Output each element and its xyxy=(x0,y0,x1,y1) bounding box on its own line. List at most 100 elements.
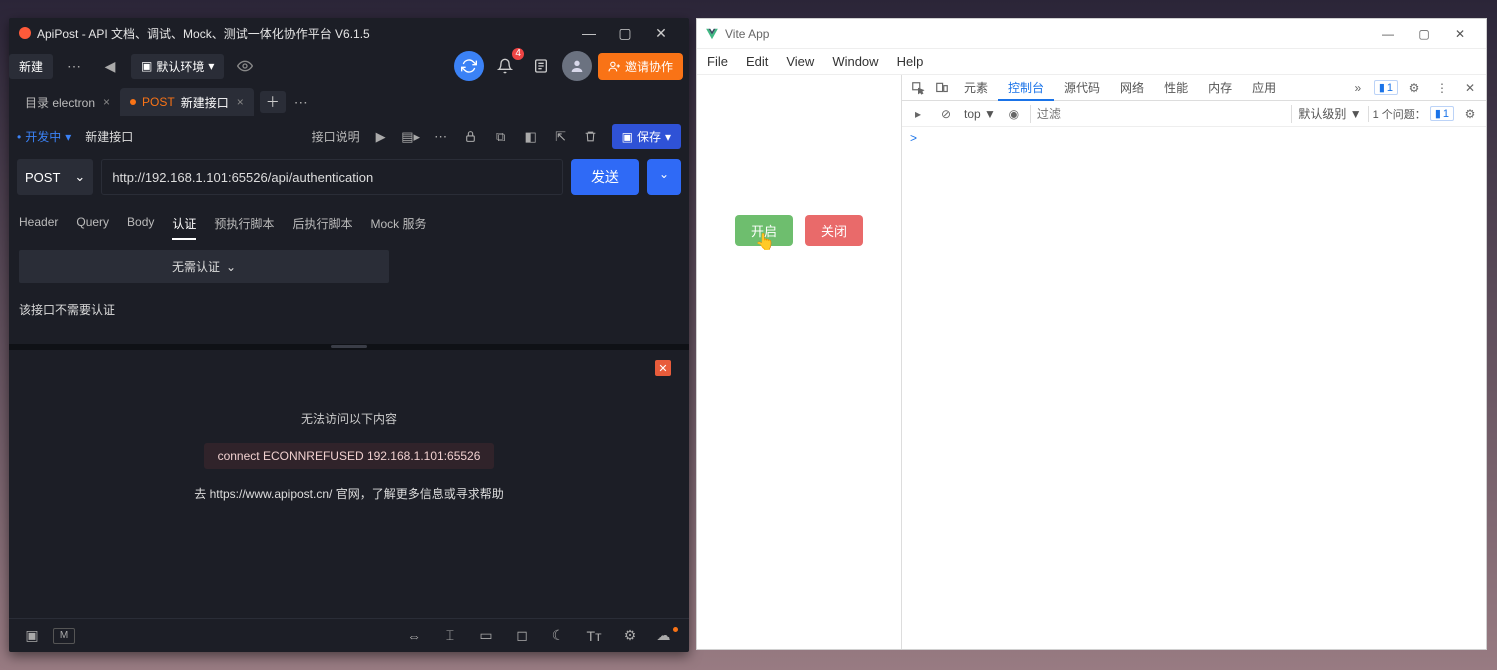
gear-icon[interactable]: ⚙ xyxy=(1402,76,1426,100)
close-icon[interactable]: ✕ xyxy=(655,360,671,376)
queue-icon[interactable]: ▤▸ xyxy=(398,125,424,149)
app-logo-icon xyxy=(19,27,31,39)
text-icon[interactable]: Tᴛ xyxy=(579,624,609,648)
kebab-icon[interactable]: ⋮ xyxy=(1430,76,1454,100)
devtab-elements[interactable]: 元素 xyxy=(954,75,998,101)
env-selector[interactable]: ▣ 默认环境 ▾ xyxy=(131,54,224,79)
auth-type-select[interactable]: 无需认证 ⌄ xyxy=(19,250,389,283)
export-icon[interactable]: ⇱ xyxy=(548,125,574,149)
tab-label: 目录 electron xyxy=(25,94,95,111)
menu-help[interactable]: Help xyxy=(897,54,924,69)
devtab-network[interactable]: 网络 xyxy=(1110,75,1154,101)
file-tab[interactable]: 目录 electron × xyxy=(15,88,120,116)
context-select[interactable]: top ▼ xyxy=(962,107,998,121)
lock-icon[interactable] xyxy=(458,125,484,149)
file-tab[interactable]: POST 新建接口 × xyxy=(120,88,254,116)
open-button[interactable]: 开启 xyxy=(735,215,793,246)
request-desc-label[interactable]: 接口说明 xyxy=(312,128,360,145)
editor-tabs: 目录 electron × POST 新建接口 × ＋ ⋯ xyxy=(9,84,689,120)
toggle-drawer-icon[interactable]: ▸ xyxy=(906,102,930,126)
play-icon[interactable]: ▶ xyxy=(368,125,394,149)
more-icon[interactable]: ⋯ xyxy=(428,125,454,149)
window-minimize-icon[interactable]: — xyxy=(1370,27,1406,41)
apipost-window: ApiPost - API 文档、调试、Mock、测试一体化协作平台 V6.1.… xyxy=(9,18,689,652)
moon-icon[interactable]: ☾ xyxy=(543,624,573,648)
devtab-sources[interactable]: 源代码 xyxy=(1054,75,1110,101)
close-icon[interactable]: × xyxy=(103,95,110,109)
invite-button[interactable]: 邀请协作 xyxy=(598,53,683,80)
subtab-body[interactable]: Body xyxy=(127,209,154,240)
cloud-icon[interactable]: ☁ xyxy=(651,624,681,648)
devtools-panel: 元素 控制台 源代码 网络 性能 内存 应用 » ▮ 1 ⚙ ⋮ ✕ ▸ ⊘ t… xyxy=(901,75,1486,649)
inspect-icon[interactable] xyxy=(906,76,930,100)
layout-icon[interactable]: ▭ xyxy=(471,624,501,648)
back-icon[interactable]: ◀ xyxy=(95,52,125,80)
url-row: POST⌄ 发送 ⌄ xyxy=(9,153,689,205)
menu-file[interactable]: File xyxy=(707,54,728,69)
close-icon[interactable]: ✕ xyxy=(1458,76,1482,100)
sync-icon[interactable] xyxy=(454,51,484,81)
panel-icon[interactable]: ▣ xyxy=(17,624,47,648)
subtab-postscript[interactable]: 后执行脚本 xyxy=(292,209,352,240)
subtab-mock[interactable]: Mock 服务 xyxy=(370,209,426,240)
messages-chip[interactable]: ▮ 1 xyxy=(1374,80,1398,95)
bell-icon[interactable] xyxy=(490,52,520,80)
more-icon[interactable]: ⋯ xyxy=(59,52,89,80)
collapse-icon[interactable]: ⇔ xyxy=(399,624,429,648)
send-button[interactable]: 发送 xyxy=(571,159,639,195)
subtab-auth[interactable]: 认证 xyxy=(172,209,196,240)
bottom-bar: ▣ M ⇔ ⌶ ▭ ◻ ☾ Tᴛ ⚙ ☁ xyxy=(9,618,689,652)
gear-icon[interactable]: ⚙ xyxy=(1458,102,1482,126)
menu-window[interactable]: Window xyxy=(832,54,878,69)
window-maximize-icon[interactable]: ▢ xyxy=(1406,27,1442,41)
new-button[interactable]: 新建 xyxy=(9,54,53,79)
window-close-icon[interactable]: ✕ xyxy=(1442,27,1478,41)
error-message: connect ECONNREFUSED 192.168.1.101:65526 xyxy=(204,443,495,469)
tab-more-icon[interactable]: ⋯ xyxy=(286,88,316,116)
more-tabs-icon[interactable]: » xyxy=(1346,76,1370,100)
request-name-input[interactable]: 新建接口 xyxy=(79,126,139,147)
close-button[interactable]: 关闭 xyxy=(805,215,863,246)
avatar[interactable] xyxy=(562,51,592,81)
window-close-icon[interactable]: ✕ xyxy=(643,25,679,42)
window-minimize-icon[interactable]: — xyxy=(571,25,607,41)
app-body: 开启 关闭 元素 控制台 源代码 网络 性能 内存 应用 » ▮ xyxy=(697,75,1486,649)
gear-icon[interactable]: ⚙ xyxy=(615,624,645,648)
clear-icon[interactable]: ⊘ xyxy=(934,102,958,126)
trash-icon[interactable] xyxy=(578,125,604,149)
note-icon[interactable] xyxy=(526,52,556,80)
issues-chip[interactable]: ▮ 1 xyxy=(1430,106,1454,121)
eye-icon[interactable]: ◉ xyxy=(1002,102,1026,126)
terminal-icon[interactable]: ⌶ xyxy=(435,624,465,648)
method-select[interactable]: POST⌄ xyxy=(17,159,93,195)
devtab-memory[interactable]: 内存 xyxy=(1198,75,1242,101)
tab-label: 新建接口 xyxy=(181,94,229,111)
send-dropdown[interactable]: ⌄ xyxy=(647,159,681,195)
filter-input[interactable] xyxy=(1030,105,1292,123)
chevron-down-icon: ⌄ xyxy=(226,260,236,274)
request-subtabs: Header Query Body 认证 预执行脚本 后执行脚本 Mock 服务 xyxy=(9,205,689,240)
devtab-performance[interactable]: 性能 xyxy=(1154,75,1198,101)
url-input[interactable] xyxy=(101,159,563,195)
device-icon[interactable] xyxy=(930,76,954,100)
code-icon[interactable]: ◧ xyxy=(518,125,544,149)
menu-edit[interactable]: Edit xyxy=(746,54,768,69)
save-button[interactable]: ▣ 保存 ▾ xyxy=(612,124,681,149)
status-pill[interactable]: • 开发中 ▾ xyxy=(17,128,71,145)
add-tab-button[interactable]: ＋ xyxy=(260,91,286,113)
subtab-prescript[interactable]: 预执行脚本 xyxy=(214,209,274,240)
window-icon[interactable]: ◻ xyxy=(507,624,537,648)
subtab-header[interactable]: Header xyxy=(19,209,58,240)
markdown-icon[interactable]: M xyxy=(53,628,75,644)
eye-icon[interactable] xyxy=(230,52,260,80)
devtab-application[interactable]: 应用 xyxy=(1242,75,1286,101)
copy-icon[interactable]: ⧉ xyxy=(488,125,514,149)
console-output[interactable]: > xyxy=(902,127,1486,649)
menu-view[interactable]: View xyxy=(786,54,814,69)
console-toolbar: ▸ ⊘ top ▼ ◉ 默认级别 ▼ 1 个问题： ▮ 1 ⚙ xyxy=(902,101,1486,127)
subtab-query[interactable]: Query xyxy=(76,209,109,240)
devtab-console[interactable]: 控制台 xyxy=(998,75,1054,101)
close-icon[interactable]: × xyxy=(237,95,244,109)
level-select[interactable]: 默认级别 ▼ xyxy=(1296,105,1363,122)
window-maximize-icon[interactable]: ▢ xyxy=(607,25,643,42)
